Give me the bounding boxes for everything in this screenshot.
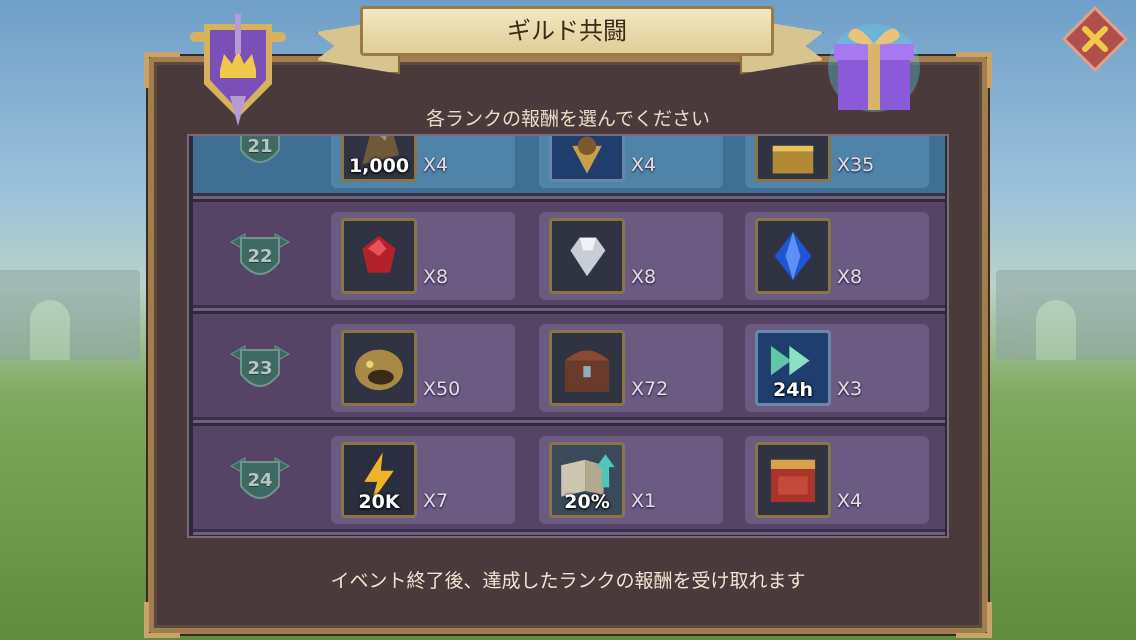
footer-note: イベント終了後、達成したランクの報酬を受け取れます (330, 570, 806, 592)
close-button[interactable] (1061, 5, 1129, 73)
reward-slot[interactable]: X50 (331, 324, 515, 412)
reward-quantity: X4 (837, 490, 863, 512)
guild-crest-icon (549, 136, 625, 182)
reward-slot[interactable]: X4 (539, 136, 723, 188)
reward-slot[interactable]: 24h X3 (745, 324, 929, 412)
reward-slot[interactable]: X8 (539, 212, 723, 300)
reward-quantity: X8 (631, 266, 657, 288)
page-title: ギルド共闘 (360, 6, 774, 56)
background-ruin-left (0, 270, 140, 360)
rank-row-21: 21 1,000 X4 X4 X35 (193, 136, 945, 199)
reward-slot[interactable]: X35 (745, 136, 929, 188)
treasure-chest-icon (549, 330, 625, 406)
frame-corner (144, 52, 180, 88)
reward-slot[interactable]: 20% X1 (539, 436, 723, 524)
reward-slot[interactable]: X8 (745, 212, 929, 300)
monster-head-icon (341, 330, 417, 406)
reward-quantity: X8 (837, 266, 863, 288)
background-ruin-right (996, 270, 1136, 360)
reward-quantity: X1 (631, 490, 657, 512)
reward-list[interactable]: 21 1,000 X4 X4 X35 22 X8 X8 X8 23 X50 X7… (187, 134, 949, 538)
speedup-arrow-icon: 24h (755, 330, 831, 406)
reward-slot[interactable]: X72 (539, 324, 723, 412)
rank-badge: 23 (229, 342, 291, 398)
red-crate-icon (755, 442, 831, 518)
blue-crystal-icon (755, 218, 831, 294)
gold-chest-icon (755, 136, 831, 182)
rank-row-22: 22 X8 X8 X8 (193, 202, 945, 311)
lightning-energy-icon: 20K (341, 442, 417, 518)
rank-row-23: 23 X50 X72 24h X3 (193, 314, 945, 423)
rank-row-24: 24 20K X7 20% X1 X4 (193, 426, 945, 535)
red-gem-icon (341, 218, 417, 294)
white-gem-icon (549, 218, 625, 294)
reward-quantity: X35 (837, 154, 875, 176)
book-boost-icon: 20% (549, 442, 625, 518)
reward-slot[interactable]: 20K X7 (331, 436, 515, 524)
reward-quantity: X72 (631, 378, 669, 400)
gift-box-icon[interactable] (828, 14, 920, 114)
close-icon (1061, 5, 1129, 73)
rank-badge: 21 (229, 136, 291, 176)
reward-slot[interactable]: X8 (331, 212, 515, 300)
frame-corner (956, 602, 992, 638)
reward-quantity: X4 (423, 154, 449, 176)
rank-badge: 24 (229, 454, 291, 510)
reward-quantity: X8 (423, 266, 449, 288)
reward-slot[interactable]: 1,000 X4 (331, 136, 515, 188)
reward-slot[interactable]: X4 (745, 436, 929, 524)
guild-emblem-icon (190, 14, 286, 126)
reward-quantity: X7 (423, 490, 449, 512)
frame-corner (144, 602, 180, 638)
reward-quantity: X50 (423, 378, 461, 400)
reward-quantity: X3 (837, 378, 863, 400)
rank-badge: 22 (229, 230, 291, 286)
gold-ore-icon: 1,000 (341, 136, 417, 182)
reward-quantity: X4 (631, 154, 657, 176)
frame-corner (956, 52, 992, 88)
